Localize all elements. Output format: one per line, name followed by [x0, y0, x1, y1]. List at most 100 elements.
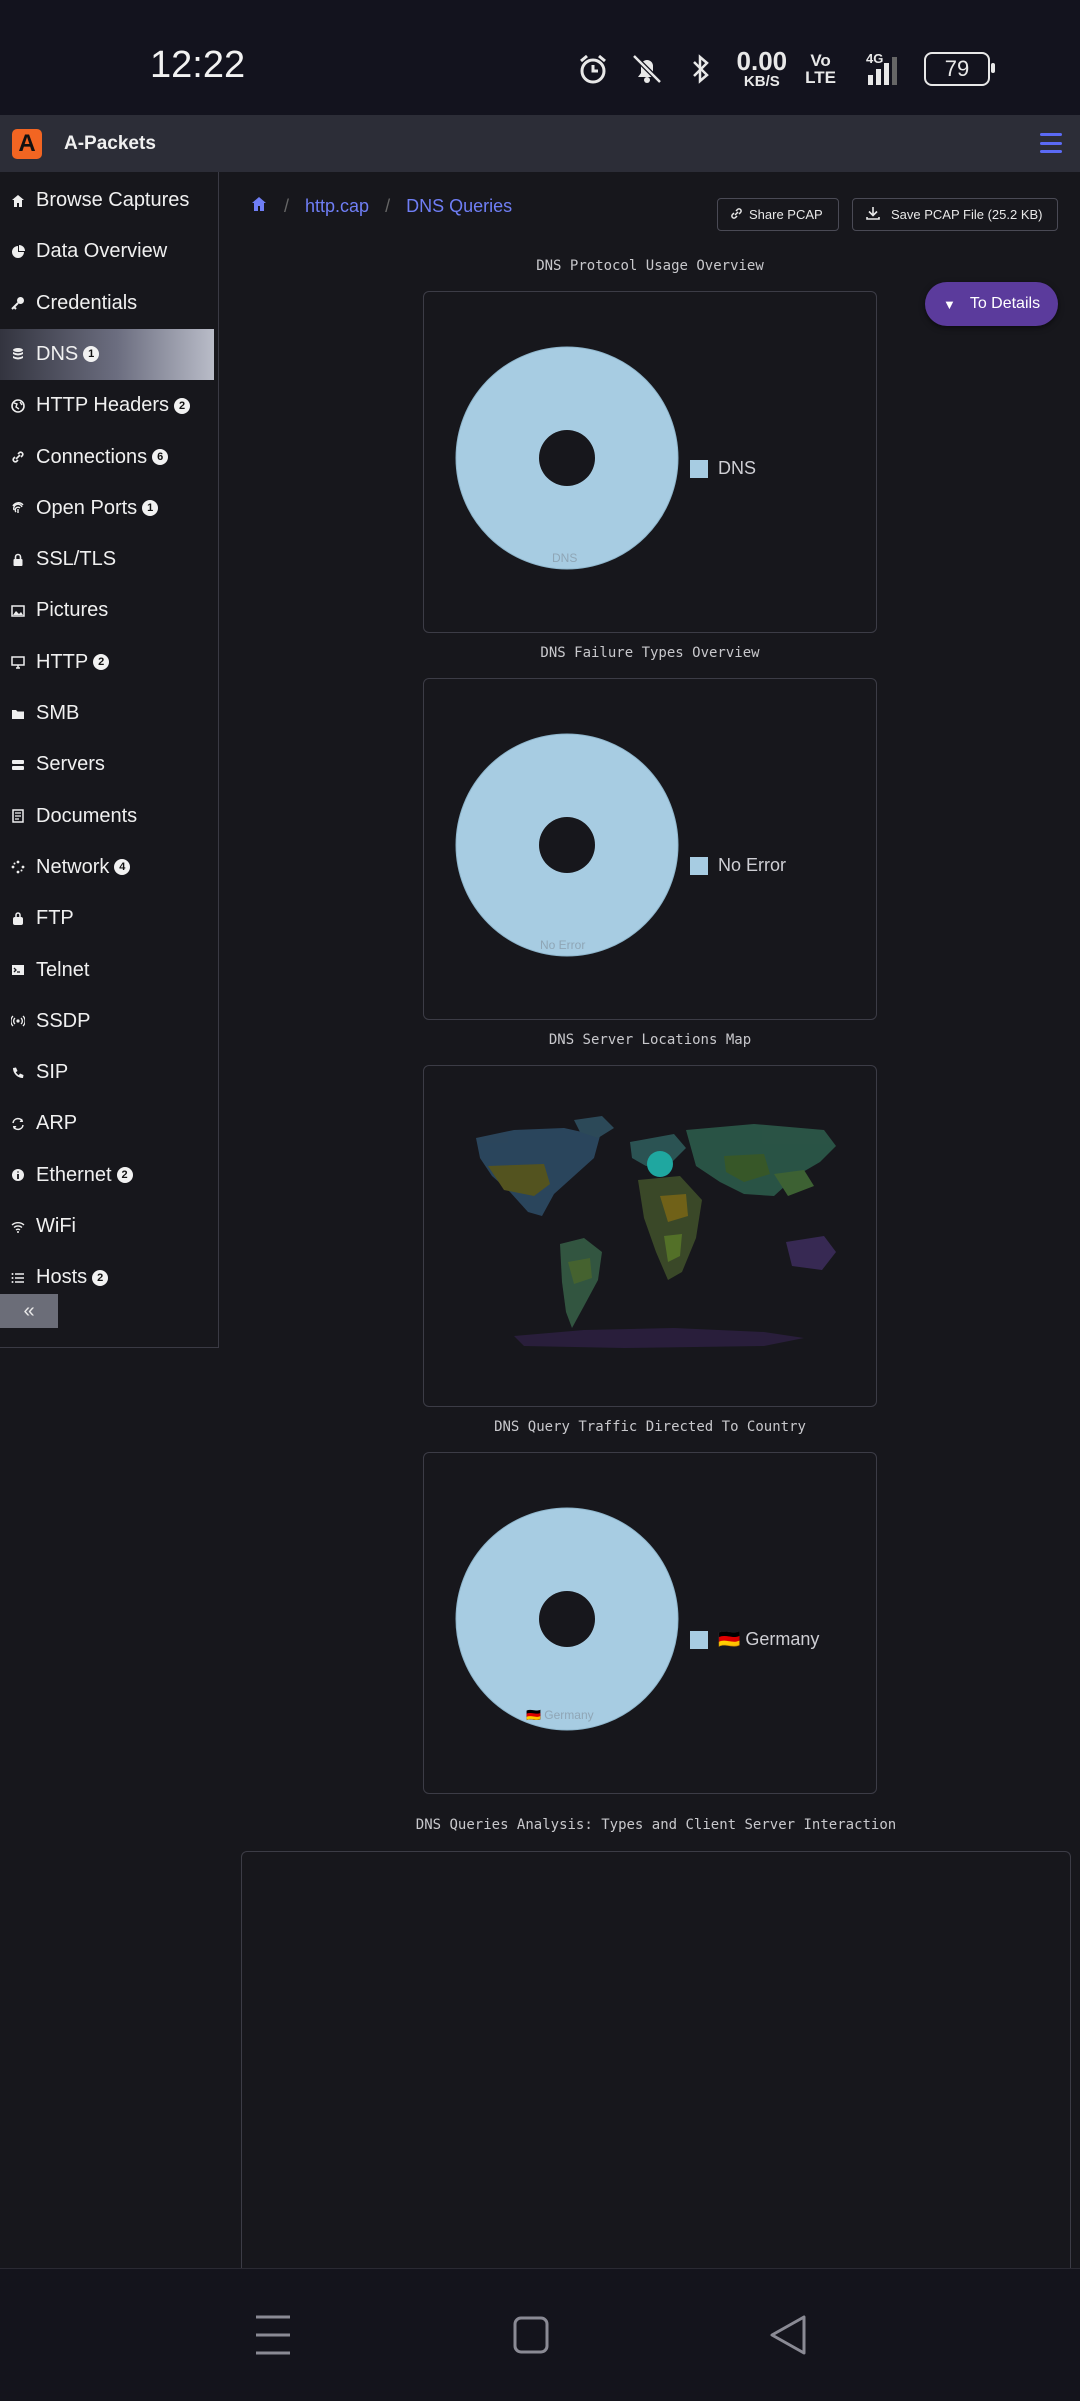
- failures-donut: [455, 733, 679, 957]
- status-icons: 0.00 KB/S Vo LTE 4G 79: [575, 46, 995, 90]
- info-icon: [10, 1168, 26, 1182]
- sidebar-item-telnet[interactable]: Telnet: [0, 945, 214, 996]
- sidebar-item-http[interactable]: HTTP 2: [0, 637, 214, 688]
- sidebar-item-label: Connections: [36, 445, 148, 468]
- legend-item-no-error[interactable]: No Error: [690, 855, 786, 876]
- back-button-icon[interactable]: [768, 2313, 808, 2362]
- sidebar-item-data-overview[interactable]: Data Overview: [0, 226, 214, 277]
- monitor-icon: [10, 655, 26, 669]
- sidebar-item-label: HTTP: [36, 650, 89, 673]
- chart-title-country: DNS Query Traffic Directed To Country: [494, 1419, 806, 1435]
- sidebar-item-ftp[interactable]: FTP: [0, 893, 214, 944]
- count-badge: 2: [116, 1167, 133, 1184]
- slice-label-no-error: No Error: [540, 938, 586, 952]
- map-africa[interactable]: [638, 1176, 702, 1280]
- sidebar-item-ssl-tls[interactable]: SSL/TLS: [0, 534, 214, 585]
- network-speed: 0.00 KB/S: [736, 46, 788, 90]
- slice-label-dns: DNS: [552, 551, 578, 565]
- sidebar-item-pictures[interactable]: Pictures: [0, 585, 214, 636]
- share-pcap-button[interactable]: Share PCAP: [717, 198, 839, 231]
- sidebar-item-label: Browse Captures: [36, 189, 190, 211]
- sidebar-item-label: HTTP Headers: [36, 394, 170, 417]
- app-logo[interactable]: A: [12, 128, 42, 159]
- sidebar-item-label: FTP: [36, 907, 74, 930]
- to-details-button[interactable]: ▼ To Details: [925, 282, 1058, 326]
- sidebar-item-connections[interactable]: Connections 6: [0, 432, 214, 483]
- sidebar-item-label: Pictures: [36, 599, 109, 622]
- sidebar-item-network[interactable]: Network 4: [0, 842, 214, 893]
- breadcrumb-current[interactable]: DNS Queries: [406, 196, 512, 217]
- database-icon: [10, 347, 26, 361]
- save-pcap-button[interactable]: Save PCAP File (25.2 KB): [852, 198, 1058, 231]
- hamburger-menu-icon[interactable]: [1040, 133, 1062, 153]
- sidebar-item-label: Network: [36, 855, 110, 878]
- legend-label: No Error: [718, 855, 787, 875]
- count-badge: 2: [93, 654, 110, 671]
- sidebar-item-credentials[interactable]: Credentials: [0, 278, 214, 329]
- legend-swatch: [690, 459, 708, 478]
- sidebar-item-wifi[interactable]: WiFi: [0, 1201, 214, 1252]
- breadcrumb-separator: /: [284, 196, 290, 216]
- sidebar-item-arp[interactable]: ARP: [0, 1098, 214, 1149]
- sidebar-item-label: Data Overview: [36, 240, 168, 263]
- count-badge: 1: [142, 500, 159, 517]
- chart-title-map: DNS Server Locations Map: [548, 1032, 752, 1048]
- map-south-america[interactable]: [560, 1238, 602, 1328]
- slice-label-germany: 🇩🇪 Germany: [526, 1708, 594, 1722]
- share-pcap-label: Share PCAP: [749, 207, 823, 222]
- bag-icon: [10, 911, 26, 926]
- sidebar-item-label: SMB: [36, 702, 80, 724]
- sidebar-item-label: Hosts: [36, 1266, 88, 1289]
- fingerprint-icon: [10, 501, 26, 515]
- to-details-label: To Details: [969, 295, 1041, 312]
- sidebar-item-smb[interactable]: SMB: [0, 688, 214, 739]
- mute-bell-icon: [629, 51, 665, 87]
- country-traffic-chart: 🇩🇪 Germany 🇩🇪 Germany: [423, 1452, 877, 1794]
- home-button-icon[interactable]: [512, 2313, 550, 2362]
- home-icon[interactable]: [250, 195, 268, 218]
- breadcrumb-separator: /: [385, 196, 391, 216]
- volte-indicator: Vo LTE: [805, 50, 836, 87]
- sidebar-item-documents[interactable]: Documents: [0, 791, 214, 842]
- server-location-marker-germany[interactable]: [647, 1151, 673, 1177]
- sidebar-item-label: SIP: [36, 1061, 69, 1084]
- sidebar-item-servers[interactable]: Servers: [0, 739, 214, 790]
- sidebar-item-dns[interactable]: DNS 1: [0, 328, 214, 380]
- sidebar-item-label: SSL/TLS: [36, 548, 117, 571]
- sidebar-item-label: Credentials: [36, 291, 138, 314]
- sidebar-item-ssdp[interactable]: SSDP: [0, 996, 214, 1047]
- legend-label: DNS: [718, 458, 757, 478]
- battery-indicator: 79: [924, 51, 995, 86]
- signal-icon: 4G: [854, 51, 906, 87]
- queries-analysis-panel: [241, 1851, 1071, 2271]
- legend-swatch: [690, 1630, 708, 1649]
- network-icon: [10, 860, 26, 874]
- legend-item-dns[interactable]: DNS: [690, 458, 756, 479]
- sidebar-item-open-ports[interactable]: Open Ports 1: [0, 483, 214, 534]
- sidebar-item-browse-captures[interactable]: Browse Captures: [0, 175, 214, 226]
- recent-apps-icon[interactable]: [254, 2313, 292, 2362]
- sidebar: Browse Captures Data Overview Credentials D…: [0, 172, 219, 1348]
- app-title[interactable]: A-Packets: [64, 133, 156, 155]
- sidebar-item-sip[interactable]: SIP: [0, 1047, 214, 1098]
- protocol-donut: [455, 346, 679, 570]
- sidebar-item-ethernet[interactable]: Ethernet 2: [0, 1150, 214, 1201]
- breadcrumb-file-link[interactable]: http.cap: [305, 196, 369, 217]
- key-icon: [10, 296, 26, 310]
- legend-item-germany[interactable]: 🇩🇪 Germany: [690, 1629, 819, 1650]
- sidebar-item-label: Open Ports: [36, 496, 138, 519]
- clock: 12:22: [150, 44, 246, 86]
- save-pcap-label: Save PCAP File (25.2 KB): [891, 207, 1043, 222]
- map-oceania[interactable]: [786, 1236, 836, 1270]
- wifi-icon: [10, 1220, 26, 1234]
- alarm-icon: [575, 51, 611, 87]
- link-icon: [10, 450, 26, 464]
- count-badge: 6: [152, 449, 169, 465]
- broadcast-icon: [10, 1014, 26, 1028]
- sidebar-item-http-headers[interactable]: HTTP Headers 2: [0, 380, 214, 431]
- bluetooth-icon: [683, 51, 719, 87]
- sidebar-item-label: Servers: [36, 753, 105, 776]
- sidebar-item-label: Ethernet: [36, 1163, 112, 1186]
- collapse-sidebar-button[interactable]: «: [0, 1294, 58, 1328]
- link-icon: [730, 207, 743, 223]
